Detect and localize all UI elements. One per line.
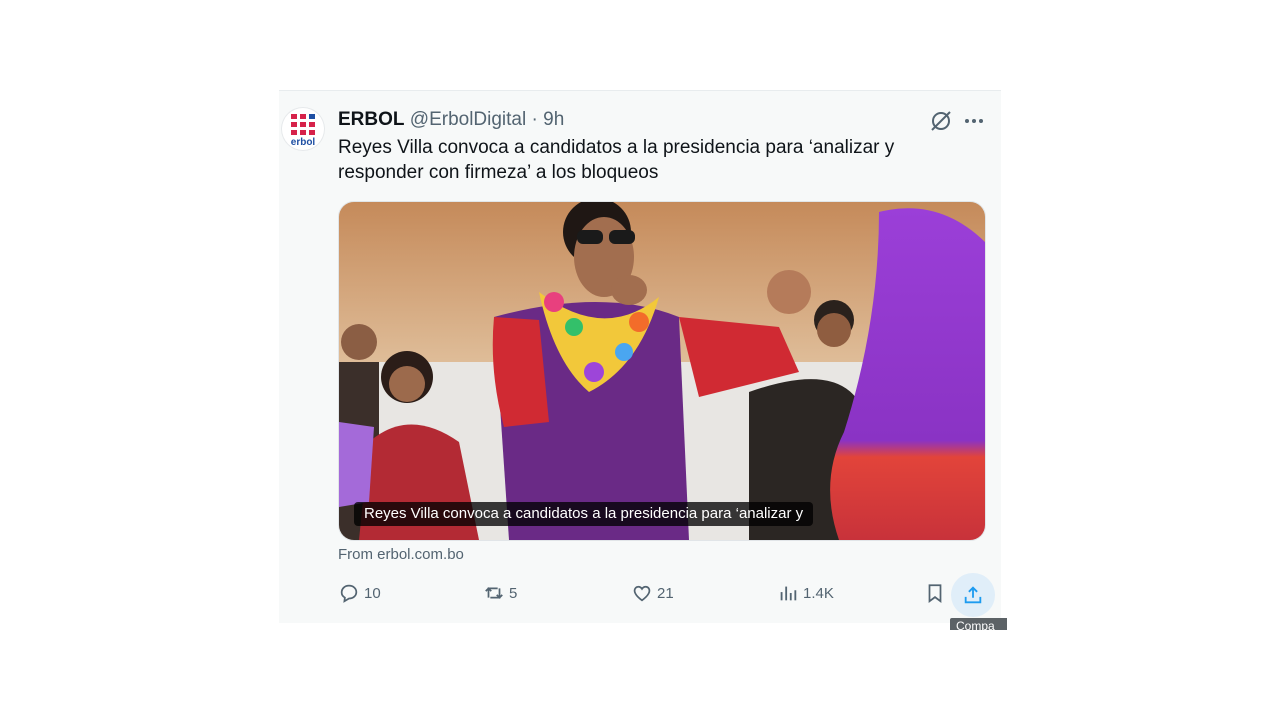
more-icon[interactable] (962, 109, 986, 133)
link-source[interactable]: From erbol.com.bo (338, 546, 464, 563)
bar-chart-icon (780, 586, 797, 601)
views-button[interactable]: 1.4K (777, 573, 834, 613)
avatar-text: erbol (290, 137, 316, 148)
author-name[interactable]: ERBOL (338, 109, 405, 130)
reply-button[interactable]: 10 (338, 573, 381, 613)
action-bar: 10 5 21 1.4K (335, 573, 995, 617)
reply-count: 10 (364, 584, 381, 602)
post-card[interactable]: erbol ERBOL @ErbolDigital · 9h Reyes Vil… (279, 90, 1001, 623)
bookmark-button[interactable] (924, 573, 946, 613)
share-tooltip: Compa (950, 618, 1007, 630)
bookmark-icon (928, 584, 942, 603)
time-separator: · (531, 109, 538, 130)
share-icon (964, 586, 982, 604)
media-photo (339, 202, 985, 540)
like-count: 21 (657, 584, 674, 602)
share-button[interactable] (951, 573, 995, 617)
reply-icon (340, 584, 358, 603)
post-media[interactable]: Reyes Villa convoca a candidatos a la pr… (338, 201, 986, 541)
post-header: ERBOL @ErbolDigital · 9h (338, 109, 564, 131)
media-caption: Reyes Villa convoca a candidatos a la pr… (354, 502, 814, 526)
post-time[interactable]: 9h (543, 109, 564, 130)
erbol-logo-icon (291, 114, 315, 136)
author-handle[interactable]: @ErbolDigital (410, 109, 526, 130)
repost-icon (485, 587, 503, 599)
grok-icon[interactable] (929, 109, 953, 133)
view-count: 1.4K (803, 584, 834, 602)
repost-count: 5 (509, 584, 518, 602)
like-button[interactable]: 21 (631, 573, 674, 613)
repost-button[interactable]: 5 (483, 573, 517, 613)
avatar[interactable]: erbol (281, 107, 325, 151)
heart-icon (633, 585, 651, 602)
post-text: Reyes Villa convoca a candidatos a la pr… (338, 137, 895, 183)
